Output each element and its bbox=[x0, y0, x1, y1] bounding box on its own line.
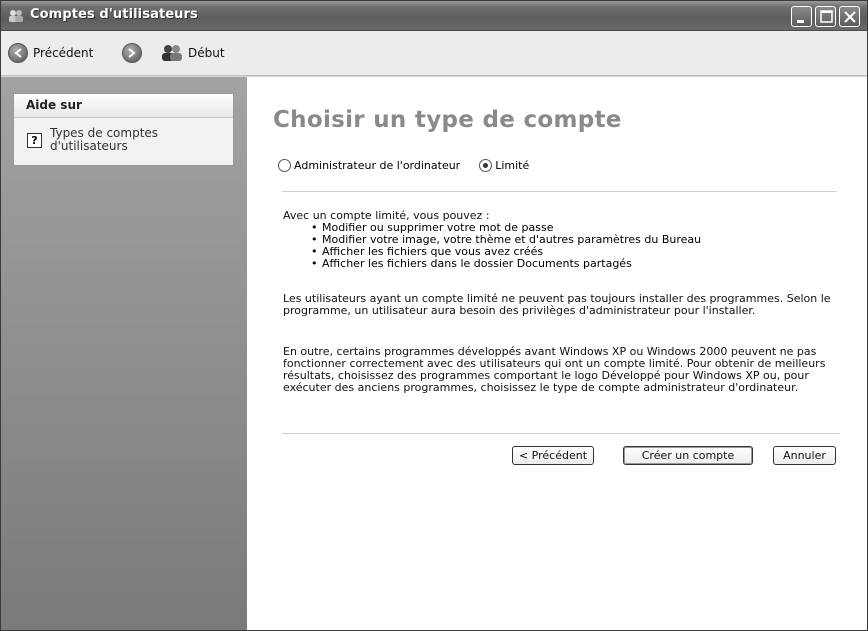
help-link-account-types[interactable]: ? Types de comptes d'utilisateurs bbox=[27, 127, 200, 153]
users-home-icon bbox=[162, 45, 182, 61]
title-bar[interactable]: Comptes d'utilisateurs bbox=[1, 1, 867, 31]
divider bbox=[282, 191, 837, 192]
capabilities-list: Modifier ou supprimer votre mot de passe… bbox=[311, 222, 701, 270]
create-account-button[interactable]: Créer un compte bbox=[623, 446, 753, 465]
window: Comptes d'utilisateurs Précédent Début A… bbox=[0, 0, 868, 631]
back-button[interactable]: Précédent bbox=[8, 43, 93, 63]
help-link-label: Types de comptes d'utilisateurs bbox=[50, 126, 159, 153]
minimize-icon bbox=[797, 20, 804, 23]
home-button[interactable]: Début bbox=[161, 43, 225, 63]
list-item: Afficher les fichiers dans le dossier Do… bbox=[322, 258, 701, 270]
help-icon: ? bbox=[27, 133, 42, 148]
maximize-button[interactable] bbox=[815, 6, 836, 27]
option-administrator-label: Administrateur de l'ordinateur bbox=[294, 159, 461, 172]
radio-limited[interactable] bbox=[479, 159, 493, 172]
account-type-options: Administrateur de l'ordinateur Limité bbox=[278, 159, 548, 172]
option-administrator[interactable]: Administrateur de l'ordinateur bbox=[278, 159, 460, 172]
forward-arrow-icon bbox=[122, 43, 142, 63]
radio-administrator[interactable] bbox=[278, 159, 291, 172]
info-paragraph-1: Les utilisateurs ayant un compte limité … bbox=[283, 292, 831, 317]
close-button[interactable] bbox=[839, 6, 860, 27]
back-label: Précédent bbox=[33, 46, 94, 60]
maximize-icon bbox=[820, 10, 833, 23]
users-icon bbox=[9, 10, 23, 22]
option-limited-label: Limité bbox=[495, 159, 530, 172]
sidebar: Aide sur ? Types de comptes d'utilisateu… bbox=[1, 77, 247, 630]
back-arrow-icon bbox=[8, 43, 28, 63]
forward-button[interactable] bbox=[122, 43, 142, 63]
help-panel-header: Aide sur bbox=[14, 94, 233, 118]
close-icon bbox=[844, 11, 856, 23]
page-title: Choisir un type de compte bbox=[273, 107, 622, 133]
window-title: Comptes d'utilisateurs bbox=[30, 7, 198, 22]
option-limited[interactable]: Limité bbox=[479, 159, 529, 172]
cancel-button[interactable]: Annuler bbox=[773, 446, 836, 465]
home-label: Début bbox=[188, 46, 225, 60]
navigation-bar: Précédent Début bbox=[1, 31, 867, 76]
help-panel: Aide sur ? Types de comptes d'utilisateu… bbox=[13, 93, 234, 166]
info-paragraph-2: En outre, certains programmes développés… bbox=[283, 345, 826, 394]
previous-button[interactable]: < Précédent bbox=[512, 446, 594, 465]
main-content: Choisir un type de compte Administrateur… bbox=[247, 77, 867, 630]
minimize-button[interactable] bbox=[791, 6, 812, 27]
divider bbox=[282, 433, 840, 434]
